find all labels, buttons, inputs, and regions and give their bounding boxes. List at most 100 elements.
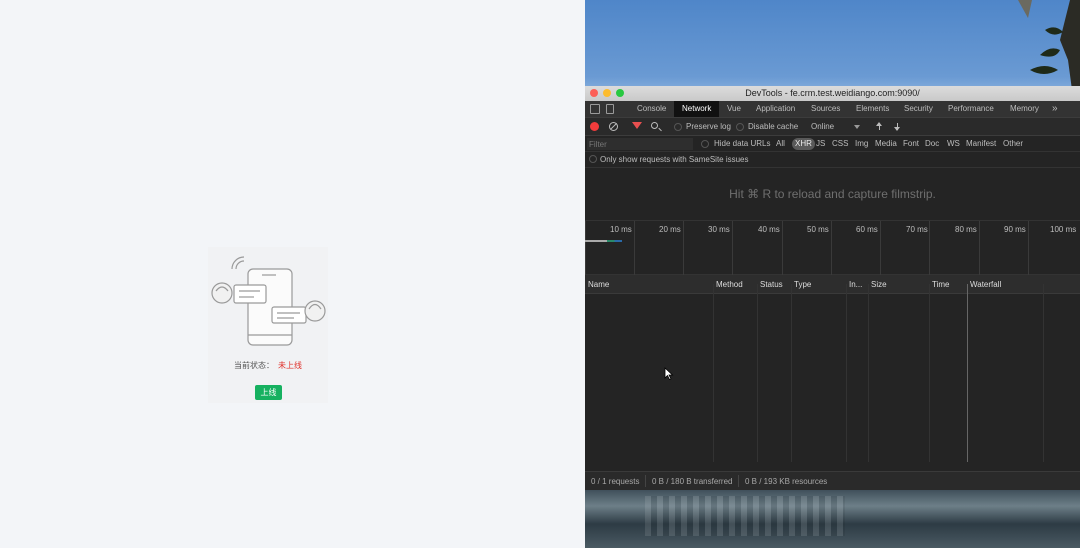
tab-sources[interactable]: Sources xyxy=(811,101,840,117)
devtools-tabs: Console Network Vue Application Sources … xyxy=(585,101,1080,118)
column-size[interactable]: Size xyxy=(868,275,887,294)
column-divider xyxy=(929,284,930,462)
timeline-tick xyxy=(732,221,733,275)
timeline-tick xyxy=(929,221,930,275)
double-chevron-right-icon[interactable]: » xyxy=(1052,101,1058,117)
filter-type-other[interactable]: Other xyxy=(1003,136,1023,152)
online-button[interactable]: 上线 xyxy=(255,385,282,400)
filter-input[interactable] xyxy=(587,138,693,150)
filmstrip-hint: Hit ⌘ R to reload and capture filmstrip. xyxy=(585,168,1080,221)
timeline-label: 80 ms xyxy=(955,225,977,234)
import-har-icon[interactable] xyxy=(876,122,883,131)
timeline-tick xyxy=(585,221,586,275)
timeline-label: 20 ms xyxy=(659,225,681,234)
column-type[interactable]: Type xyxy=(791,275,811,294)
timeline-label: 90 ms xyxy=(1004,225,1026,234)
status-value: 未上线 xyxy=(278,361,302,370)
filter-type-font[interactable]: Font xyxy=(903,136,919,152)
tab-security[interactable]: Security xyxy=(904,101,933,117)
disable-cache-checkbox[interactable] xyxy=(736,123,744,131)
export-har-icon[interactable] xyxy=(894,122,901,131)
filter-type-css[interactable]: CSS xyxy=(832,136,848,152)
disable-cache-label: Disable cache xyxy=(748,122,799,131)
column-method[interactable]: Method xyxy=(713,275,743,294)
throttling-select[interactable]: Online xyxy=(811,118,834,136)
inspect-element-icon[interactable] xyxy=(590,104,600,114)
timeline-tick xyxy=(683,221,684,275)
timeline-label: 60 ms xyxy=(856,225,878,234)
search-icon[interactable] xyxy=(651,122,658,129)
window-title: DevTools - fe.crm.test.weidiango.com:909… xyxy=(745,88,920,98)
app-page: 当前状态： 未上线 上线 xyxy=(0,0,585,548)
chevron-down-icon[interactable] xyxy=(854,125,860,129)
tab-console[interactable]: Console xyxy=(637,101,666,117)
water-reflection xyxy=(585,488,1080,548)
filter-type-js[interactable]: JS xyxy=(816,136,825,152)
filter-type-img[interactable]: Img xyxy=(855,136,868,152)
filter-icon[interactable] xyxy=(632,122,642,129)
tab-network[interactable]: Network xyxy=(674,101,720,117)
column-divider xyxy=(868,284,869,462)
tab-memory[interactable]: Memory xyxy=(1010,101,1039,117)
hide-data-urls-label: Hide data URLs xyxy=(714,139,771,148)
tab-vue[interactable]: Vue xyxy=(727,101,741,117)
minimize-window-button[interactable] xyxy=(603,89,611,97)
tab-elements[interactable]: Elements xyxy=(856,101,889,117)
tab-performance[interactable]: Performance xyxy=(948,101,994,117)
preserve-log-label: Preserve log xyxy=(686,122,731,131)
requests-table-header: Name Method Status Type In... Size Time … xyxy=(585,275,1080,294)
filter-type-media[interactable]: Media xyxy=(875,136,897,152)
timeline-label: 100 ms xyxy=(1050,225,1077,234)
column-initiator[interactable]: In... xyxy=(846,275,862,294)
titlebar[interactable]: DevTools - fe.crm.test.weidiango.com:909… xyxy=(585,86,1080,101)
timeline-activity-bar xyxy=(585,240,622,242)
clear-icon[interactable] xyxy=(609,122,618,131)
timeline-tick xyxy=(831,221,832,275)
samesite-checkbox[interactable] xyxy=(589,155,597,163)
summary-divider xyxy=(645,475,646,487)
column-name[interactable]: Name xyxy=(585,275,609,294)
hide-data-urls-checkbox[interactable] xyxy=(701,140,709,148)
column-waterfall[interactable]: Waterfall xyxy=(967,275,1001,294)
column-divider xyxy=(713,284,714,462)
timeline-overview[interactable]: 10 ms 20 ms 30 ms 40 ms 50 ms 60 ms 70 m… xyxy=(585,221,1080,275)
network-toolbar: Preserve log Disable cache Online xyxy=(585,118,1080,136)
status-line: 当前状态： 未上线 xyxy=(208,360,328,371)
phone-chat-illustration-icon xyxy=(211,256,326,346)
timeline-label: 10 ms xyxy=(610,225,632,234)
filter-row: Hide data URLs All XHR JS CSS Img Media … xyxy=(585,136,1080,152)
column-divider xyxy=(757,284,758,462)
timeline-tick xyxy=(1028,221,1029,275)
column-divider xyxy=(791,284,792,462)
mouse-cursor-icon xyxy=(664,367,674,381)
column-divider xyxy=(1043,284,1044,462)
filter-type-all[interactable]: All xyxy=(776,136,785,152)
record-button[interactable] xyxy=(590,122,599,131)
filter-type-doc[interactable]: Doc xyxy=(925,136,939,152)
status-card: 当前状态： 未上线 上线 xyxy=(208,247,328,403)
preserve-log-checkbox[interactable] xyxy=(674,123,682,131)
waterfall-divider xyxy=(967,284,968,462)
transferred-summary: 0 B / 180 B transferred xyxy=(652,477,733,486)
devtools-window: DevTools - fe.crm.test.weidiango.com:909… xyxy=(585,86,1080,490)
filter-type-ws[interactable]: WS xyxy=(947,136,960,152)
close-window-button[interactable] xyxy=(590,89,598,97)
device-toolbar-icon[interactable] xyxy=(606,104,614,114)
timeline-tick xyxy=(979,221,980,275)
status-label: 当前状态： xyxy=(234,361,274,370)
timeline-label: 70 ms xyxy=(906,225,928,234)
zoom-window-button[interactable] xyxy=(616,89,624,97)
column-divider xyxy=(846,284,847,462)
timeline-label: 50 ms xyxy=(807,225,829,234)
tab-application[interactable]: Application xyxy=(756,101,795,117)
tree-branch-icon xyxy=(1018,0,1080,90)
filter-type-manifest[interactable]: Manifest xyxy=(966,136,996,152)
column-time[interactable]: Time xyxy=(929,275,949,294)
requests-summary: 0 / 1 requests xyxy=(591,477,640,486)
filter-type-xhr[interactable]: XHR xyxy=(792,138,815,150)
summary-divider xyxy=(738,475,739,487)
timeline-tick xyxy=(634,221,635,275)
requests-table-body[interactable] xyxy=(585,294,1080,472)
column-status[interactable]: Status xyxy=(757,275,783,294)
resources-summary: 0 B / 193 KB resources xyxy=(745,477,828,486)
